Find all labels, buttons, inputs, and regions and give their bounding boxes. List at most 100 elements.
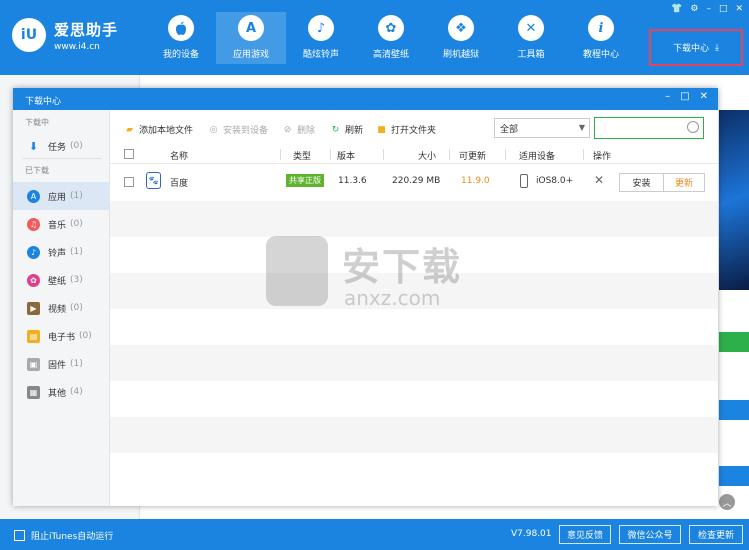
- video-icon: ▶: [27, 301, 40, 315]
- flower-icon: ✿: [378, 15, 404, 41]
- sidebar-item-count: (0): [79, 331, 92, 341]
- column-divider: [505, 149, 506, 160]
- checkbox[interactable]: [14, 530, 25, 541]
- baidu-app-icon: 🐾: [146, 172, 161, 189]
- green-button-edge[interactable]: [719, 332, 749, 352]
- bell-icon: ♪: [27, 245, 40, 259]
- scroll-up-icon[interactable]: ︿: [719, 494, 735, 510]
- bell-icon: ♪: [308, 15, 334, 41]
- empty-row: [110, 381, 718, 417]
- downloading-header: 下载中: [25, 118, 49, 127]
- download-icon: ⤓: [715, 42, 719, 53]
- sidebar-item-ebooks[interactable]: ▤ 电子书 (0): [13, 322, 110, 350]
- close-button[interactable]: ✕: [735, 4, 743, 14]
- nav-toolbox[interactable]: ✕ 工具箱: [496, 12, 566, 64]
- nav-tutorials[interactable]: i 教程中心: [566, 12, 636, 64]
- window-controls: 👕 ⚙ – □ ✕: [671, 4, 743, 14]
- filter-select[interactable]: 全部 ▼: [494, 118, 590, 138]
- nav-label: 教程中心: [582, 50, 619, 60]
- sidebar-item-label: 铃声: [48, 248, 67, 259]
- column-version: 版本: [337, 152, 356, 162]
- row-update-version: 11.9.0: [461, 176, 490, 186]
- shirt-icon[interactable]: 👕: [671, 4, 682, 14]
- sidebar-item-count: (1): [70, 359, 83, 369]
- version-label: V7.98.01: [511, 529, 552, 539]
- nav-label: 刷机越狱: [442, 50, 479, 60]
- update-button[interactable]: 更新: [664, 173, 705, 192]
- open-folder-button[interactable]: ■ 打开文件夹: [376, 123, 436, 137]
- maximize-button[interactable]: □: [719, 4, 728, 14]
- blue-button-edge[interactable]: [719, 400, 749, 420]
- refresh-button[interactable]: ↻ 刷新: [330, 123, 363, 137]
- row-version: 11.3.6: [338, 176, 367, 186]
- sidebar-item-count: (0): [70, 303, 83, 313]
- column-size: 大小: [418, 152, 437, 162]
- row-size: 220.29 MB: [392, 176, 441, 186]
- add-local-file-button[interactable]: ▰ 添加本地文件: [124, 123, 194, 137]
- blue-button-edge[interactable]: [719, 466, 749, 486]
- dialog-close-button[interactable]: ✕: [700, 91, 708, 102]
- block-itunes-label: 阻止iTunes自动运行: [31, 532, 114, 542]
- app-name: 爱思助手: [54, 20, 119, 39]
- firmware-icon: ▣: [27, 357, 40, 371]
- sidebar-item-label: 其他: [48, 388, 67, 399]
- sidebar-item-count: (1): [70, 191, 83, 201]
- nav-label: 我的设备: [162, 50, 199, 60]
- watermark: 安下载 anxz.com: [266, 236, 466, 316]
- sidebar-item-label: 视频: [48, 304, 67, 315]
- column-name: 名称: [170, 152, 189, 162]
- search-icon[interactable]: [687, 121, 699, 133]
- block-itunes-toggle[interactable]: 阻止iTunes自动运行: [14, 529, 113, 542]
- gear-icon[interactable]: ⚙: [690, 4, 698, 14]
- sidebar-item-label: 任务: [48, 142, 67, 153]
- button-label: 添加本地文件: [139, 126, 194, 136]
- sidebar-item-other[interactable]: ▦ 其他 (4): [13, 378, 110, 406]
- row-checkbox[interactable]: [124, 177, 134, 187]
- sidebar-item-ringtones[interactable]: ♪ 铃声 (1): [13, 238, 110, 266]
- downloaded-header: 已下载: [25, 166, 49, 175]
- table-row[interactable]: 🐾 百度 共享正版 11.3.6 220.29 MB 11.9.0 iOS8.0…: [110, 165, 718, 201]
- sidebar-item-count: (3): [70, 275, 83, 285]
- column-updatable: 可更新: [459, 152, 487, 162]
- select-all-checkbox[interactable]: [124, 149, 134, 159]
- minimize-button[interactable]: –: [706, 4, 711, 14]
- sidebar-item-tasks[interactable]: ⬇ 任务 (0): [13, 132, 110, 160]
- sidebar-item-apps[interactable]: A 应用 (1): [13, 182, 110, 210]
- dialog-maximize-button[interactable]: □: [680, 91, 689, 102]
- sidebar-item-label: 固件: [48, 360, 67, 371]
- nav-my-device[interactable]: 我的设备: [146, 12, 216, 64]
- sidebar-item-firmware[interactable]: ▣ 固件 (1): [13, 350, 110, 378]
- sidebar-item-videos[interactable]: ▶ 视频 (0): [13, 294, 110, 322]
- sidebar-item-label: 壁纸: [48, 276, 67, 287]
- delete-button[interactable]: ⊘ 删除: [282, 123, 316, 137]
- sidebar-item-wallpapers[interactable]: ✿ 壁纸 (3): [13, 266, 110, 294]
- nav-apps-games[interactable]: A 应用游戏: [216, 12, 286, 64]
- dialog-minimize-button[interactable]: –: [665, 91, 670, 102]
- download-center-label: 下载中心: [673, 44, 710, 54]
- type-badge: 共享正版: [286, 174, 324, 187]
- column-actions: 操作: [593, 152, 612, 162]
- remove-icon[interactable]: ✕: [594, 173, 604, 187]
- nav-wallpapers[interactable]: ✿ 高清壁纸: [356, 12, 426, 64]
- install-button[interactable]: 安装: [619, 173, 664, 192]
- dialog-sidebar: 下载中 ⬇ 任务 (0) 已下载 A 应用 (1) ♫ 音乐 (0) ♪ 铃声 …: [13, 110, 110, 506]
- nav-flash-jailbreak[interactable]: ❖ 刷机越狱: [426, 12, 496, 64]
- divider: [23, 158, 101, 159]
- wechat-button[interactable]: 微信公众号: [619, 525, 681, 544]
- chevron-down-icon: ▼: [578, 123, 585, 132]
- nav-ringtones[interactable]: ♪ 酷炫铃声: [286, 12, 356, 64]
- apple-icon: [168, 15, 194, 41]
- sidebar-item-music[interactable]: ♫ 音乐 (0): [13, 210, 110, 238]
- search-input[interactable]: [594, 117, 704, 139]
- main-nav: 我的设备 A 应用游戏 ♪ 酷炫铃声 ✿ 高清壁纸 ❖ 刷机越狱 ✕ 工具箱 i…: [146, 12, 636, 64]
- refresh-icon: ↻: [331, 124, 340, 135]
- nav-label: 工具箱: [517, 50, 545, 60]
- button-label: 删除: [297, 126, 316, 136]
- install-to-device-button[interactable]: ◎ 安装到设备: [208, 123, 268, 137]
- empty-row: [110, 345, 718, 381]
- feedback-button[interactable]: 意见反馈: [559, 525, 611, 544]
- download-center-button[interactable]: 下载中心 ⤓: [649, 29, 743, 66]
- logo-mark: iU: [12, 18, 46, 52]
- check-update-button[interactable]: 检查更新: [689, 525, 743, 544]
- column-divider: [583, 149, 584, 160]
